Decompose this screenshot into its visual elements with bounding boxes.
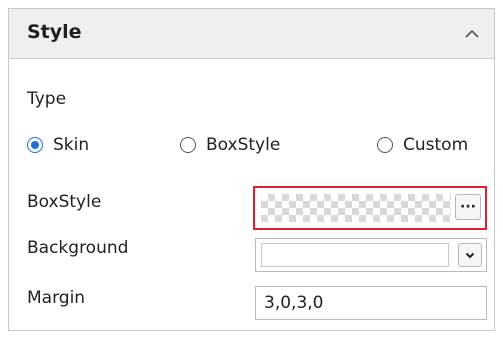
radio-boxstyle[interactable]: BoxStyle <box>180 133 280 157</box>
radio-skin-label: Skin <box>53 135 90 155</box>
background-dropdown-button[interactable] <box>458 243 482 267</box>
panel-title: Style <box>27 21 82 43</box>
chevron-up-icon[interactable] <box>460 22 484 46</box>
background-color-swatch[interactable] <box>261 243 449 267</box>
background-field[interactable] <box>255 238 487 272</box>
radio-custom-label: Custom <box>403 135 469 155</box>
margin-label: Margin <box>27 288 86 308</box>
boxstyle-label: BoxStyle <box>27 192 102 212</box>
chevron-down-icon <box>464 246 476 265</box>
style-panel: Style Type Skin BoxStyle Custom BoxStyle… <box>8 8 495 331</box>
radio-skin-indicator[interactable] <box>27 137 43 153</box>
margin-input[interactable] <box>255 286 487 320</box>
boxstyle-field[interactable]: ··· <box>253 186 487 230</box>
boxstyle-browse-button[interactable]: ··· <box>455 194 481 220</box>
radio-skin[interactable]: Skin <box>27 133 89 157</box>
boxstyle-swatch[interactable] <box>261 194 451 222</box>
style-panel-header[interactable]: Style <box>9 9 494 59</box>
radio-boxstyle-indicator[interactable] <box>180 137 196 153</box>
background-label: Background <box>27 238 129 258</box>
radio-custom-indicator[interactable] <box>377 137 393 153</box>
radio-custom[interactable]: Custom <box>377 133 468 157</box>
radio-boxstyle-label: BoxStyle <box>206 135 281 155</box>
type-label: Type <box>27 89 67 109</box>
